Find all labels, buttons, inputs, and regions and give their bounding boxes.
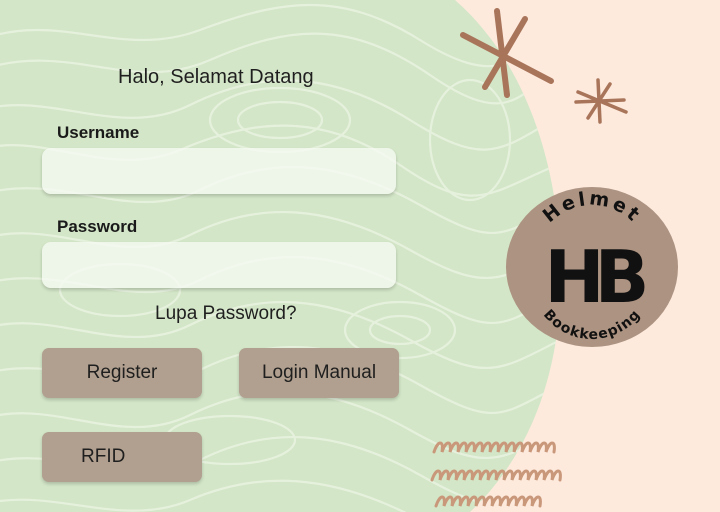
rfid-button[interactable]: RFID: [42, 432, 202, 482]
forgot-password-link[interactable]: Lupa Password?: [155, 303, 297, 325]
squiggle-doodle-icon: [430, 441, 562, 508]
register-button[interactable]: Register: [42, 348, 202, 398]
login-manual-button[interactable]: Login Manual: [239, 348, 399, 398]
username-label: Username: [57, 123, 140, 142]
star-doodle-icon: [460, 8, 554, 98]
greeting-title: Halo, Selamat Datang: [118, 66, 314, 88]
username-input[interactable]: [42, 148, 396, 194]
logo-monogram: HB: [544, 235, 644, 319]
small-star-doodle-icon: [574, 78, 628, 124]
helmet-bookkeeping-logo: Helmet HB Bookkeeping: [506, 187, 678, 347]
password-input[interactable]: [42, 242, 396, 288]
password-label: Password: [57, 217, 138, 236]
